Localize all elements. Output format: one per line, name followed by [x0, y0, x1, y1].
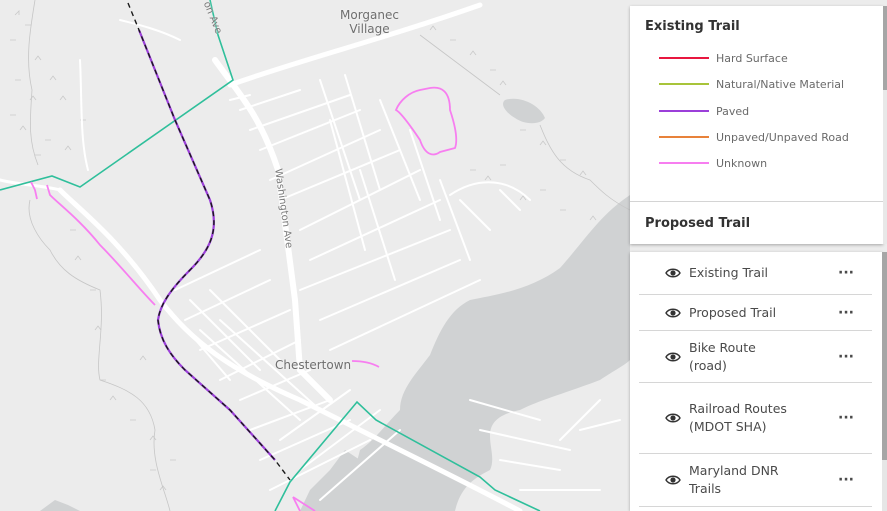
legend-label: Unpaved/Unpaved Road	[716, 130, 849, 144]
legend-item: Natural/Native Material	[659, 76, 844, 92]
place-label-morganec: Morganec Village	[340, 8, 399, 36]
legend-item: Unpaved/Unpaved Road	[659, 129, 849, 145]
legend-divider	[630, 201, 883, 202]
layer-item-maryland-dnr-trails[interactable]: Maryland DNR Trails ···	[639, 454, 872, 507]
legend-label: Natural/Native Material	[716, 77, 845, 91]
layer-list-scrollbar-thumb[interactable]	[882, 252, 887, 460]
legend-section-proposed-trail: Proposed Trail	[645, 216, 751, 231]
legend-scrollbar-thumb[interactable]	[883, 6, 887, 90]
place-label-morganec-line2: Village	[349, 22, 390, 36]
legend-item: Paved	[659, 103, 749, 119]
eye-icon[interactable]	[665, 351, 681, 363]
legend-swatch-paved	[659, 110, 709, 112]
ellipsis-icon[interactable]: ···	[838, 306, 854, 320]
ellipsis-icon[interactable]: ···	[838, 350, 854, 364]
layer-label: Maryland DNR Trails	[689, 463, 779, 496]
layer-list-scrollbar[interactable]	[882, 252, 887, 511]
layer-list-panel: Existing Trail ··· Proposed Trail ··· Bi…	[630, 252, 882, 511]
legend-scrollbar[interactable]	[883, 6, 887, 244]
legend-section-existing-trail: Existing Trail	[645, 19, 740, 34]
layer-item-bike-route[interactable]: Bike Route (road) ···	[639, 331, 872, 383]
legend-label: Unknown	[716, 156, 768, 170]
legend-swatch-unpaved	[659, 136, 709, 138]
legend-swatch-hard-surface	[659, 57, 709, 59]
layer-item-existing-trail[interactable]: Existing Trail ···	[639, 252, 872, 295]
ellipsis-icon[interactable]: ···	[838, 411, 854, 425]
eye-icon[interactable]	[665, 412, 681, 424]
layer-label: Existing Trail	[689, 265, 769, 280]
place-label-chestertown: Chestertown	[275, 358, 352, 372]
ellipsis-icon[interactable]: ···	[838, 266, 854, 280]
legend-item: Hard Surface	[659, 50, 788, 66]
eye-icon[interactable]	[665, 474, 681, 486]
legend-swatch-unknown	[659, 162, 709, 164]
legend-swatch-natural-material	[659, 83, 709, 85]
legend-label: Hard Surface	[716, 51, 788, 65]
layer-item-railroad-routes[interactable]: Railroad Routes (MDOT SHA) ···	[639, 383, 872, 454]
legend-panel: Existing Trail Hard Surface Natural/Nati…	[630, 6, 883, 244]
eye-icon[interactable]	[665, 267, 681, 279]
legend-label: Paved	[716, 104, 750, 118]
place-label-morganec-line1: Morganec	[340, 8, 399, 22]
layer-label: Bike Route (road)	[689, 339, 756, 373]
ellipsis-icon[interactable]: ···	[838, 473, 854, 487]
legend-item: Unknown	[659, 155, 767, 171]
layer-item-proposed-trail[interactable]: Proposed Trail ···	[639, 295, 872, 331]
eye-icon[interactable]	[665, 307, 681, 319]
layer-label: Railroad Routes (MDOT SHA)	[689, 401, 787, 434]
layer-label: Proposed Trail	[689, 304, 777, 320]
